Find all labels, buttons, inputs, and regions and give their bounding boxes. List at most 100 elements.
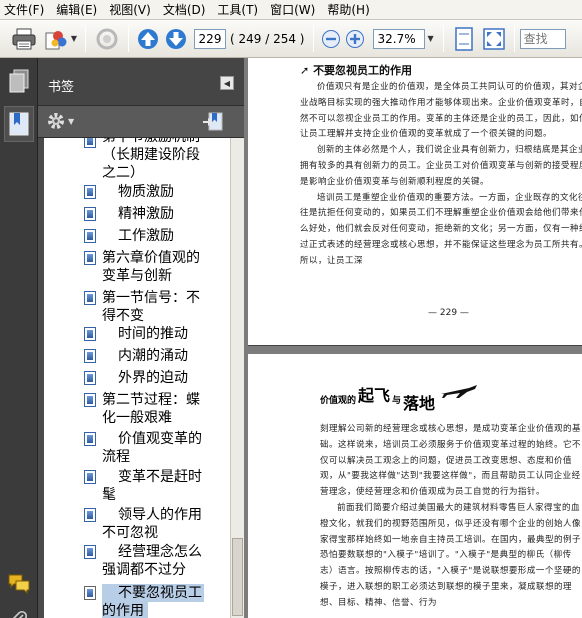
next-page-button[interactable] xyxy=(162,25,190,53)
bookmark-label: 不可忽视 xyxy=(102,525,158,541)
bookmark-icon xyxy=(84,291,96,305)
pages-panel-button[interactable] xyxy=(4,64,34,100)
print-button[interactable] xyxy=(8,25,40,53)
zoom-out-icon xyxy=(322,29,341,48)
fit-page-button[interactable] xyxy=(449,25,479,53)
bookmark-item[interactable]: 第一节信号：不 得不变 xyxy=(44,289,230,327)
bookmark-label: 精神激励 xyxy=(118,206,174,222)
menu-file[interactable]: 文件(F) xyxy=(0,0,50,20)
bookmark-label: 强调都不过分 xyxy=(102,562,186,578)
previous-page-button[interactable] xyxy=(134,25,162,53)
bookmark-item[interactable]: 第二节过程：蝶 化一般艰难 xyxy=(44,391,230,429)
comments-panel-button[interactable] xyxy=(4,566,34,602)
bookmark-item[interactable]: 时间的推动 xyxy=(44,325,230,345)
menu-document[interactable]: 文档(D) xyxy=(157,0,212,20)
paragraph: 价值观只有是企业的价值观，是全体员工共同认可的价值观，其对企业战略目标实现的强大… xyxy=(300,82,582,140)
zoom-in-button[interactable] xyxy=(343,25,367,53)
bookmark-item[interactable]: 第十节激励机制 （长期建设阶段 之二） xyxy=(44,138,230,183)
page-number-input[interactable] xyxy=(194,28,226,49)
menu-bar: 文件(F) 编辑(E) 视图(V) 文档(D) 工具(T) 窗口(W) 帮助(H… xyxy=(0,0,582,20)
bookmark-item[interactable]: 价值观变革的 流程 xyxy=(44,430,230,468)
pdf-reader-window: 文件(F) 编辑(E) 视图(V) 文档(D) 工具(T) 窗口(W) 帮助(H… xyxy=(0,0,582,618)
bookmark-item[interactable]: 物质激励 xyxy=(44,183,230,203)
scrollbar-thumb[interactable] xyxy=(232,538,243,616)
page-number: — 229 — xyxy=(428,308,469,318)
collapse-panel-button[interactable]: ◀ xyxy=(220,76,234,90)
menu-help[interactable]: 帮助(H) xyxy=(321,0,375,20)
bookmarks-panel: 书签 ◀ ▼ （长期建设阶段 之二） 物质激励 精神激励 工作激励 第六章价值观… xyxy=(38,58,244,618)
bookmark-label: 化一般艰难 xyxy=(102,410,172,426)
bookmark-item[interactable]: 第六章价值观的 变革与创新 xyxy=(44,249,230,287)
bookmarks-panel-title: 书签 xyxy=(48,80,75,95)
bookmark-item-selected[interactable]: 不要忽视员工 的作用 xyxy=(44,584,230,618)
zoom-level-input[interactable] xyxy=(373,28,426,49)
paragraph: 前面我们简要介绍过美国最大的建筑材料零售巨人家得宝的血橙文化，就我们的视野范围所… xyxy=(320,502,582,608)
bookmark-item[interactable]: 外界的迫动 xyxy=(44,369,230,389)
bookmarks-panel-button[interactable] xyxy=(4,106,34,142)
bookmark-icon xyxy=(84,371,96,385)
expand-icon xyxy=(482,27,505,50)
options-menu-button[interactable]: ▼ xyxy=(46,111,74,131)
sync-button[interactable] xyxy=(91,25,123,53)
bookmark-item[interactable]: 变革不是赶时 髦 xyxy=(44,468,230,506)
menu-window[interactable]: 窗口(W) xyxy=(264,0,321,20)
bookmark-label: 第一节信号：不 xyxy=(102,290,200,306)
menu-view[interactable]: 视图(V) xyxy=(103,0,157,20)
page-count: ( 249 / 254 ) xyxy=(230,31,305,46)
search-input[interactable] xyxy=(519,28,566,49)
paragraph: 培训员工是重塑企业价值观的重要方法。一方面，企业既存的文化往往是抗拒任何变动的，… xyxy=(300,192,582,266)
toolbar-separator xyxy=(513,25,515,52)
expand-bookmark-button[interactable] xyxy=(202,111,224,137)
arrow-icon: ➚ xyxy=(300,64,310,77)
zoom-dropdown-icon[interactable]: ▼ xyxy=(427,34,433,43)
chevron-down-icon: ▼ xyxy=(68,116,75,126)
airplane-icon xyxy=(441,385,478,398)
bookmarks-scrollbar[interactable] xyxy=(230,138,244,618)
paragraph: 刻理解公司新的经营理念或核心思想，是成功变革企业价值观的基础。这样说来，培训员工… xyxy=(320,424,582,498)
bookmark-icon xyxy=(84,229,96,243)
fit-page-icon xyxy=(454,26,473,51)
arrow-down-icon xyxy=(166,28,186,49)
share-button[interactable]: ▼ xyxy=(40,25,80,53)
zoom-out-button[interactable] xyxy=(319,25,343,53)
paperclip-icon xyxy=(12,610,28,618)
bookmark-item[interactable]: 精神激励 xyxy=(44,205,230,225)
bookmark-icon xyxy=(84,393,96,407)
bookmark-item[interactable]: 领导人的作用 不可忽视 xyxy=(44,506,230,544)
bookmark-label: 之二） xyxy=(102,165,144,181)
bookmarks-toolbar: ▼ xyxy=(38,106,244,138)
bookmark-label: 工作激励 xyxy=(118,228,174,244)
pdf-page: 价值观的 起飞 与 落地 刻理解公司新的经营理念或核心思想，是成功变革企业价值观… xyxy=(248,354,582,618)
bookmark-icon xyxy=(84,207,96,221)
bookmarks-panel-header: 书签 ◀ xyxy=(38,58,244,106)
bookmark-expand-icon xyxy=(203,112,223,131)
bookmark-panel-icon xyxy=(9,112,29,136)
bookmark-icon xyxy=(84,586,96,600)
heading-part: 与 xyxy=(392,396,402,406)
page-heading: ➚ 不要忽视员工的作用 xyxy=(300,62,412,78)
bookmark-label: 髦 xyxy=(102,487,116,503)
toolbar-separator xyxy=(313,25,315,52)
bookmark-icon xyxy=(84,470,96,484)
menu-tools[interactable]: 工具(T) xyxy=(211,0,264,20)
page-body: 价值观只有是企业的价值观，是全体员工共同认可的价值观，其对企业战略目标实现的强大… xyxy=(300,80,582,270)
bookmark-item[interactable]: 工作激励 xyxy=(44,227,230,247)
navigation-panel-strip xyxy=(0,58,38,618)
bookmark-item[interactable]: 经营理念怎么 强调都不过分 xyxy=(44,543,230,581)
document-view[interactable]: ➚ 不要忽视员工的作用 价值观只有是企业的价值观，是全体员工共同认可的价值观，其… xyxy=(244,58,582,618)
bookmark-label: 第二节过程：蝶 xyxy=(102,392,200,408)
full-screen-button[interactable] xyxy=(479,25,509,53)
zoom-in-icon xyxy=(346,29,365,48)
chevron-down-icon: ▼ xyxy=(70,34,78,43)
menu-edit[interactable]: 编辑(E) xyxy=(50,0,103,20)
bookmark-item[interactable]: 内潮的涌动 xyxy=(44,347,230,367)
bookmark-label: 第六章价值观的 xyxy=(102,250,200,266)
heading-part: 落地 xyxy=(403,394,436,413)
page-heading-text: 不要忽视员工的作用 xyxy=(313,64,413,77)
bookmark-label: 变革与创新 xyxy=(102,268,172,284)
heading-part: 起飞 xyxy=(358,386,391,405)
toolbar-separator xyxy=(442,25,444,52)
bookmark-icon xyxy=(84,545,96,559)
attachments-panel-button[interactable] xyxy=(4,602,34,618)
toolbar-separator xyxy=(85,25,86,52)
